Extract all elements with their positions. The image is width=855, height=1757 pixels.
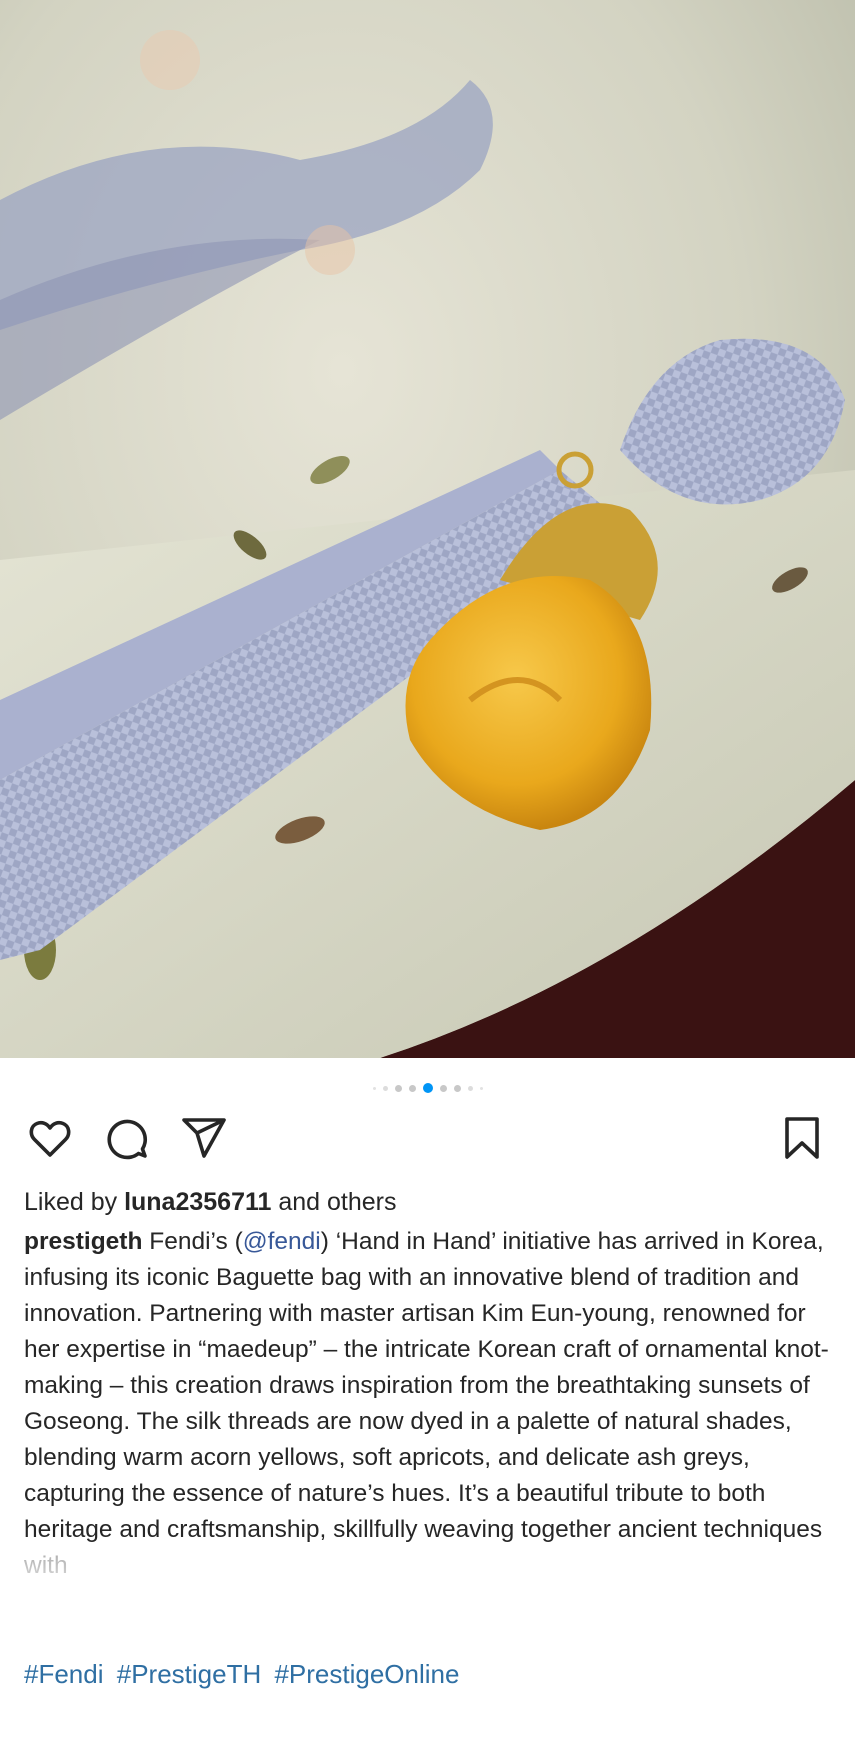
hashtag-link[interactable]: #Fendi bbox=[24, 1659, 104, 1689]
carousel-dot bbox=[453, 1084, 461, 1092]
hashtag-link[interactable]: #PrestigeOnline bbox=[274, 1659, 459, 1689]
send-icon bbox=[182, 1118, 226, 1158]
post-action-bar bbox=[0, 1112, 855, 1172]
like-button[interactable] bbox=[24, 1112, 76, 1164]
carousel-dot bbox=[408, 1084, 416, 1092]
carousel-indicator bbox=[0, 1082, 855, 1094]
heart-icon bbox=[29, 1120, 71, 1157]
carousel-dot bbox=[394, 1084, 402, 1092]
carousel-dot bbox=[439, 1084, 447, 1092]
carousel-dot-active bbox=[422, 1083, 433, 1093]
likes-suffix: and others bbox=[271, 1188, 397, 1216]
carousel-dot bbox=[467, 1085, 473, 1091]
hashtag-link[interactable]: #PrestigeTH bbox=[117, 1659, 262, 1689]
carousel-dot bbox=[372, 1086, 376, 1090]
carousel-dot bbox=[382, 1085, 388, 1091]
hashtag-list: #Fendi #PrestigeTH #PrestigeOnline bbox=[24, 1654, 465, 1694]
likes-prefix: Liked by bbox=[24, 1188, 125, 1216]
save-button[interactable] bbox=[776, 1112, 828, 1164]
caption-mention[interactable]: @fendi bbox=[243, 1228, 321, 1255]
share-button[interactable] bbox=[178, 1112, 230, 1164]
caption-author[interactable]: prestigeth bbox=[24, 1228, 142, 1255]
likes-summary[interactable]: Liked by luna2356711 and others bbox=[24, 1184, 397, 1220]
caption-text: Fendi’s ( bbox=[142, 1228, 243, 1255]
carousel-dot bbox=[479, 1086, 483, 1090]
comment-button[interactable] bbox=[100, 1112, 152, 1164]
bookmark-icon bbox=[785, 1117, 819, 1159]
caption-fade bbox=[0, 1548, 855, 1608]
post-photo[interactable] bbox=[0, 0, 855, 1058]
liked-by-user[interactable]: luna2356711 bbox=[124, 1188, 271, 1216]
post-caption: prestigeth Fendi’s (@fendi) ‘Hand in Han… bbox=[24, 1224, 834, 1580]
caption-text: ) ‘Hand in Hand’ initiative has arrived … bbox=[24, 1228, 829, 1579]
comment-icon bbox=[107, 1119, 148, 1160]
